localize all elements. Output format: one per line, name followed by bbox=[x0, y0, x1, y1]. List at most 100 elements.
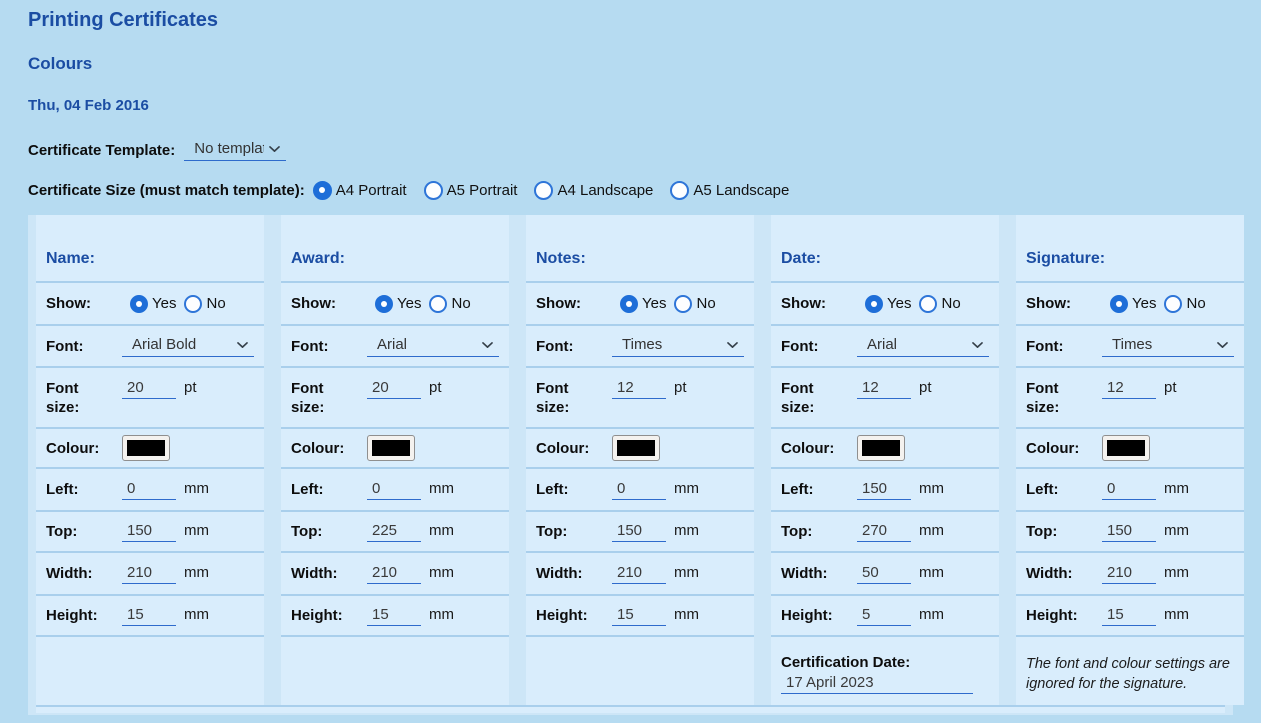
signature-colour-swatch bbox=[1107, 440, 1145, 456]
size-option-a4-landscape[interactable]: A4 Landscape bbox=[534, 181, 653, 200]
date-top-unit: mm bbox=[919, 522, 944, 539]
name-column-header: Name: bbox=[36, 215, 264, 281]
signature-width-label: Width: bbox=[1026, 564, 1102, 583]
date-width-unit: mm bbox=[919, 564, 944, 581]
notes-left-unit: mm bbox=[674, 480, 699, 497]
signature-show-yes-label: Yes bbox=[1132, 295, 1156, 312]
signature-font-label: Font: bbox=[1026, 337, 1102, 356]
notes-height-input[interactable] bbox=[612, 606, 666, 626]
signature-font-size-input[interactable] bbox=[1102, 379, 1156, 399]
date-left-label: Left: bbox=[781, 480, 857, 499]
signature-height-input[interactable] bbox=[1102, 606, 1156, 626]
date-width-input[interactable] bbox=[857, 564, 911, 584]
name-column-title: Name: bbox=[46, 250, 95, 268]
notes-column-header: Notes: bbox=[526, 215, 754, 281]
signature-column: Signature: Show: Yes No Font: Times Fon bbox=[1016, 215, 1244, 705]
award-show-yes-radio[interactable]: Yes bbox=[375, 295, 421, 313]
size-option-label: A4 Portrait bbox=[336, 182, 407, 199]
notes-width-input[interactable] bbox=[612, 564, 666, 584]
award-show-yes-label: Yes bbox=[397, 295, 421, 312]
date-font-select[interactable]: Arial bbox=[857, 336, 989, 357]
notes-font-size-unit: pt bbox=[674, 379, 687, 396]
certification-date-input[interactable] bbox=[781, 674, 973, 694]
name-show-no-label: No bbox=[206, 295, 225, 312]
name-show-no-radio[interactable]: No bbox=[184, 295, 225, 313]
size-option-a4-portrait[interactable]: A4 Portrait bbox=[313, 181, 407, 200]
notes-font-select[interactable]: Times bbox=[612, 336, 744, 357]
date-colour-label: Colour: bbox=[781, 439, 857, 458]
date-height-input[interactable] bbox=[857, 606, 911, 626]
radio-icon bbox=[670, 181, 689, 200]
date-font-size-input[interactable] bbox=[857, 379, 911, 399]
name-font-size-input[interactable] bbox=[122, 379, 176, 399]
certificate-template-select[interactable]: No template bbox=[184, 140, 286, 161]
notes-show-yes-radio[interactable]: Yes bbox=[620, 295, 666, 313]
award-font-size-input[interactable] bbox=[367, 379, 421, 399]
date-show-yes-radio[interactable]: Yes bbox=[865, 295, 911, 313]
date-colour-picker-button[interactable] bbox=[857, 435, 905, 461]
name-height-input[interactable] bbox=[122, 606, 176, 626]
date-left-input[interactable] bbox=[857, 480, 911, 500]
notes-colour-picker-button[interactable] bbox=[612, 435, 660, 461]
signature-top-input[interactable] bbox=[1102, 522, 1156, 542]
radio-icon bbox=[865, 295, 883, 313]
name-left-input[interactable] bbox=[122, 480, 176, 500]
notes-top-input[interactable] bbox=[612, 522, 666, 542]
name-top-unit: mm bbox=[184, 522, 209, 539]
award-column: Award: Show: Yes No Font: Arial Font si bbox=[281, 215, 509, 705]
award-width-input[interactable] bbox=[367, 564, 421, 584]
award-colour-picker-button[interactable] bbox=[367, 435, 415, 461]
name-show-yes-label: Yes bbox=[152, 295, 176, 312]
notes-font-select-wrap: Times bbox=[612, 336, 744, 357]
name-show-yes-radio[interactable]: Yes bbox=[130, 295, 176, 313]
radio-icon bbox=[424, 181, 443, 200]
date-left-row: Left: mm bbox=[771, 469, 999, 510]
notes-font-size-input[interactable] bbox=[612, 379, 666, 399]
signature-column-header: Signature: bbox=[1016, 215, 1244, 281]
name-font-select[interactable]: Arial Bold bbox=[122, 336, 254, 357]
certificate-template-label: Certificate Template: bbox=[28, 142, 175, 159]
notes-column: Notes: Show: Yes No Font: Times Font si bbox=[526, 215, 754, 705]
award-top-label: Top: bbox=[291, 522, 367, 541]
date-show-row: Show: Yes No bbox=[771, 283, 999, 324]
award-top-unit: mm bbox=[429, 522, 454, 539]
signature-left-label: Left: bbox=[1026, 480, 1102, 499]
signature-show-yes-radio[interactable]: Yes bbox=[1110, 295, 1156, 313]
radio-icon bbox=[1164, 295, 1182, 313]
signature-font-select[interactable]: Times bbox=[1102, 336, 1234, 357]
award-font-select[interactable]: Arial bbox=[367, 336, 499, 357]
notes-left-input[interactable] bbox=[612, 480, 666, 500]
size-option-a5-portrait[interactable]: A5 Portrait bbox=[424, 181, 518, 200]
radio-icon bbox=[375, 295, 393, 313]
signature-colour-picker-button[interactable] bbox=[1102, 435, 1150, 461]
award-width-unit: mm bbox=[429, 564, 454, 581]
name-top-label: Top: bbox=[46, 522, 122, 541]
award-top-input[interactable] bbox=[367, 522, 421, 542]
name-top-input[interactable] bbox=[122, 522, 176, 542]
size-option-label: A5 Landscape bbox=[693, 182, 789, 199]
signature-note: The font and colour settings are ignored… bbox=[1026, 654, 1234, 694]
name-height-label: Height: bbox=[46, 606, 122, 625]
notes-font-label: Font: bbox=[536, 337, 612, 356]
signature-width-input[interactable] bbox=[1102, 564, 1156, 584]
award-left-input[interactable] bbox=[367, 480, 421, 500]
signature-show-label: Show: bbox=[1026, 294, 1102, 313]
date-font-row: Font: Arial bbox=[771, 326, 999, 366]
signature-show-no-radio[interactable]: No bbox=[1164, 295, 1205, 313]
award-height-input[interactable] bbox=[367, 606, 421, 626]
notes-width-unit: mm bbox=[674, 564, 699, 581]
signature-show-row: Show: Yes No bbox=[1016, 283, 1244, 324]
signature-left-input[interactable] bbox=[1102, 480, 1156, 500]
notes-show-no-radio[interactable]: No bbox=[674, 295, 715, 313]
name-width-unit: mm bbox=[184, 564, 209, 581]
name-width-row: Width: mm bbox=[36, 553, 264, 594]
award-show-no-radio[interactable]: No bbox=[429, 295, 470, 313]
date-show-no-radio[interactable]: No bbox=[919, 295, 960, 313]
name-width-input[interactable] bbox=[122, 564, 176, 584]
certificate-template-row: Certificate Template: No template bbox=[28, 138, 1233, 162]
date-top-input[interactable] bbox=[857, 522, 911, 542]
award-font-size-label: Font size: bbox=[291, 379, 347, 417]
name-colour-picker-button[interactable] bbox=[122, 435, 170, 461]
size-option-a5-landscape[interactable]: A5 Landscape bbox=[670, 181, 789, 200]
award-show-no-label: No bbox=[451, 295, 470, 312]
